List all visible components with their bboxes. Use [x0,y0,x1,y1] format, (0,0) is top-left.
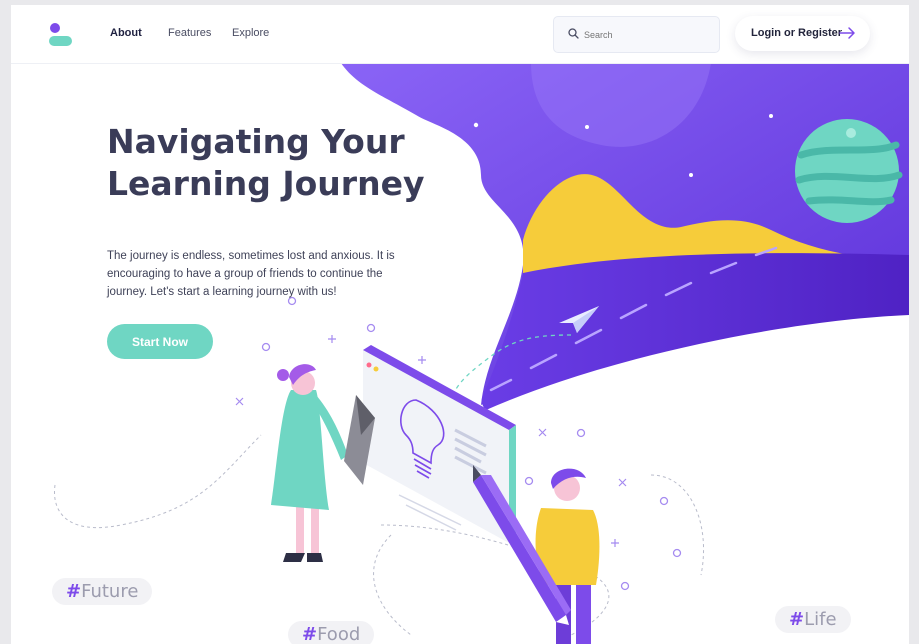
start-now-button[interactable]: Start Now [107,324,213,359]
tag-hash: # [789,609,805,630]
tag-hash: # [66,581,82,602]
nav-about[interactable]: About [110,27,142,39]
landing-page: About Features Explore Login or Register… [11,5,909,644]
tag-label: Food [317,624,361,644]
nav-features[interactable]: Features [168,27,211,39]
nav-explore[interactable]: Explore [232,27,269,39]
arrow-right-icon [839,27,855,39]
search-icon [568,28,579,39]
planet-icon [795,119,903,223]
tag-life[interactable]: #Life [775,606,851,633]
login-register-label: Login or Register [751,27,843,39]
logo-bar [49,36,72,46]
boy-character [473,465,600,644]
login-register-button[interactable]: Login or Register [735,16,870,51]
logo-dot [50,23,60,33]
tag-label: Life [804,609,837,630]
hero-title: Navigating Your Learning Journey [107,122,425,203]
tag-future[interactable]: #Future [52,578,153,605]
tag-food[interactable]: #Food [288,621,375,644]
brand-logo[interactable] [49,23,73,47]
tag-hash: # [302,624,318,644]
girl-character [271,364,375,562]
search-input[interactable] [582,26,711,44]
tag-label: Future [81,581,139,602]
search-box[interactable] [553,16,720,53]
top-nav: About Features Explore Login or Register [11,5,909,64]
road-shape [481,253,909,410]
hero-description: The journey is endless, sometimes lost a… [107,249,395,299]
